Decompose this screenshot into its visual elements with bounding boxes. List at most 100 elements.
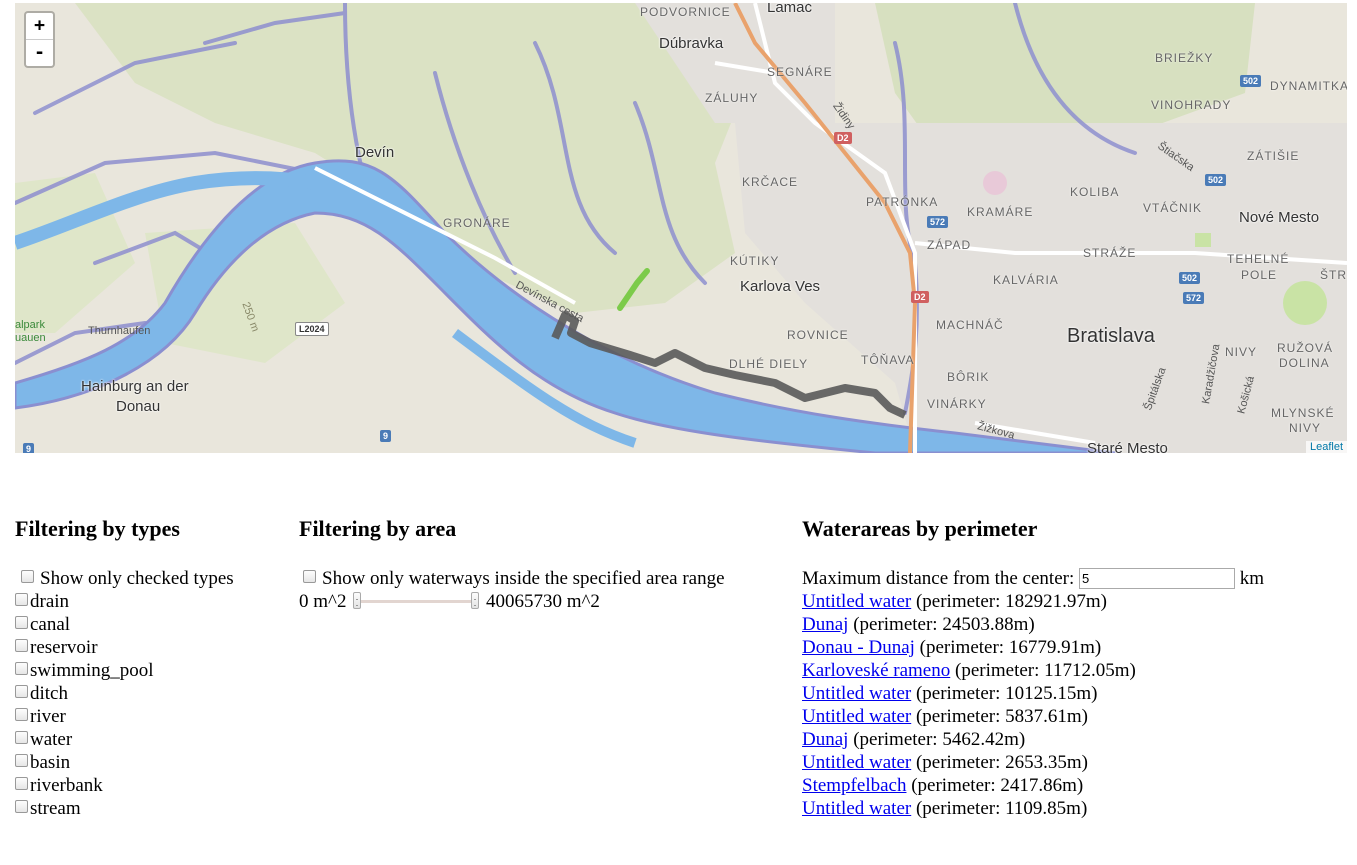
- waterarea-item: Untitled water (perimeter: 182921.97m): [802, 590, 1264, 613]
- waterarea-link[interactable]: Untitled water: [802, 798, 911, 819]
- waterarea-perimeter: (perimeter: 182921.97m): [911, 591, 1107, 612]
- type-checkbox[interactable]: [15, 777, 28, 790]
- waterarea-link[interactable]: Donau - Dunaj: [802, 637, 915, 658]
- place-machnac: MACHNÁČ: [936, 318, 1004, 332]
- type-checkbox[interactable]: [15, 685, 28, 698]
- type-label: canal: [30, 614, 71, 635]
- type-item: canal: [15, 613, 234, 636]
- waterarea-link[interactable]: Karloveské rameno: [802, 660, 950, 681]
- place-thurnhaufen: Thurnhaufen: [88, 325, 151, 337]
- place-ruzova-dolina-2: DOLINA: [1279, 356, 1330, 370]
- type-item: ditch: [15, 682, 234, 705]
- area-show-only-row: Show only waterways inside the specified…: [299, 567, 725, 590]
- area-show-only-label: Show only waterways inside the specified…: [322, 568, 725, 589]
- place-zaluhy: ZÁLUHY: [705, 91, 759, 105]
- type-item: water: [15, 728, 234, 751]
- type-checkbox[interactable]: [15, 708, 28, 721]
- distance-unit: km: [1239, 568, 1265, 589]
- types-show-only-checkbox[interactable]: [21, 570, 34, 583]
- type-label: water: [30, 729, 73, 750]
- shield-502-b: 502: [1205, 174, 1227, 186]
- place-nivy: NIVY: [1225, 345, 1258, 359]
- waterarea-perimeter: (perimeter: 5462.42m): [848, 729, 1026, 750]
- place-dlhe-diely: DLHÉ DIELY: [729, 357, 809, 371]
- types-filter-heading: Filtering by types: [15, 516, 180, 541]
- area-range-slider[interactable]: [353, 592, 480, 610]
- type-item: river: [15, 705, 234, 728]
- place-devin: Devín: [355, 144, 395, 161]
- place-nove-mesto: Nové Mesto: [1239, 209, 1320, 226]
- waterarea-link[interactable]: Dunaj: [802, 729, 848, 750]
- area-range-track: [357, 600, 476, 603]
- type-label: basin: [30, 752, 71, 773]
- place-karlova-ves: Karlova Ves: [740, 278, 821, 295]
- type-checkbox[interactable]: [15, 731, 28, 744]
- shield-d2-b: D2: [911, 291, 929, 303]
- types-filter-panel: Show only checked types drain canal rese…: [15, 567, 234, 820]
- zoom-in-button[interactable]: +: [26, 13, 53, 39]
- waterarea-item: Untitled water (perimeter: 5837.61m): [802, 705, 1264, 728]
- type-item: reservoir: [15, 636, 234, 659]
- place-dynamitka: DYNAMITKA: [1270, 79, 1347, 93]
- distance-input[interactable]: [1079, 568, 1235, 589]
- type-checkbox[interactable]: [15, 754, 28, 767]
- place-tehelne-pole-2: POLE: [1241, 268, 1278, 282]
- waterarea-link[interactable]: Untitled water: [802, 752, 911, 773]
- type-checkbox[interactable]: [15, 800, 28, 813]
- place-zatisie: ZÁTIŠIE: [1247, 149, 1300, 163]
- zoom-control: + -: [24, 11, 55, 68]
- place-kutiky: KÚTIKY: [730, 254, 780, 268]
- leaflet-attribution-link[interactable]: Leaflet: [1305, 441, 1347, 453]
- place-hainburg-2: Donau: [116, 398, 161, 415]
- place-mlynske-nivy-2: NIVY: [1289, 421, 1322, 435]
- type-checkbox[interactable]: [15, 616, 28, 629]
- place-hainburg: Hainburg an der: [81, 378, 189, 395]
- types-show-only-row: Show only checked types: [15, 567, 234, 590]
- place-tonava: TÔŇAVA: [861, 353, 915, 367]
- place-briezky: BRIEŽKY: [1155, 51, 1214, 65]
- types-show-only-label: Show only checked types: [40, 568, 234, 589]
- zoom-out-button[interactable]: -: [26, 39, 53, 66]
- waterarea-perimeter: (perimeter: 24503.88m): [848, 614, 1035, 635]
- waterarea-link[interactable]: Untitled water: [802, 591, 911, 612]
- waterarea-item: Untitled water (perimeter: 2653.35m): [802, 751, 1264, 774]
- type-checkbox[interactable]: [15, 639, 28, 652]
- waterarea-perimeter: (perimeter: 2417.86m): [906, 775, 1084, 796]
- shield-572-a: 572: [927, 216, 949, 228]
- distance-row: Maximum distance from the center: km: [802, 567, 1264, 590]
- place-gronare: GRONÁRE: [443, 216, 511, 230]
- perimeter-heading: Waterareas by perimeter: [802, 516, 1038, 541]
- area-range-max-handle[interactable]: [471, 592, 480, 609]
- place-tehelne-pole: TEHELNÉ: [1227, 252, 1290, 266]
- type-item: drain: [15, 590, 234, 613]
- waterarea-link[interactable]: Stempfelbach: [802, 775, 906, 796]
- type-label: stream: [30, 798, 81, 819]
- type-checkbox[interactable]: [15, 662, 28, 675]
- perimeter-panel: Maximum distance from the center: km Unt…: [802, 567, 1264, 820]
- map-tiles: [15, 3, 1347, 453]
- waterarea-item: Dunaj (perimeter: 24503.88m): [802, 613, 1264, 636]
- area-max-label: 40065730 m^2: [485, 591, 600, 612]
- shield-d2-a: D2: [834, 132, 852, 144]
- waterarea-link[interactable]: Untitled water: [802, 706, 911, 727]
- distance-label: Maximum distance from the center:: [802, 568, 1075, 589]
- place-stare-mesto: Staré Mesto: [1087, 440, 1168, 453]
- waterarea-link[interactable]: Dunaj: [802, 614, 848, 635]
- place-alpark: alpark: [15, 319, 45, 331]
- place-bratislava: Bratislava: [1067, 325, 1155, 347]
- place-zapad: ZÁPAD: [927, 238, 972, 252]
- place-strk: ŠTRK: [1320, 268, 1347, 282]
- waterarea-link[interactable]: Untitled water: [802, 683, 911, 704]
- type-checkbox[interactable]: [15, 593, 28, 606]
- place-lamac: Lamač: [767, 3, 813, 16]
- place-rovnice: ROVNICE: [787, 328, 849, 342]
- place-vinarky: VINÁRKY: [927, 397, 987, 411]
- place-krcace: KRČACE: [742, 175, 799, 189]
- area-show-only-checkbox[interactable]: [303, 570, 316, 583]
- waterarea-perimeter: (perimeter: 10125.15m): [911, 683, 1098, 704]
- waterarea-item: Untitled water (perimeter: 10125.15m): [802, 682, 1264, 705]
- shield-572-b: 572: [1183, 292, 1205, 304]
- map-view[interactable]: Lamač PODVORNICE Dúbravka SEGNÁRE ZÁLUHY…: [15, 3, 1347, 453]
- area-range-min-handle[interactable]: [353, 592, 362, 609]
- shield-l2024: L2024: [295, 322, 329, 336]
